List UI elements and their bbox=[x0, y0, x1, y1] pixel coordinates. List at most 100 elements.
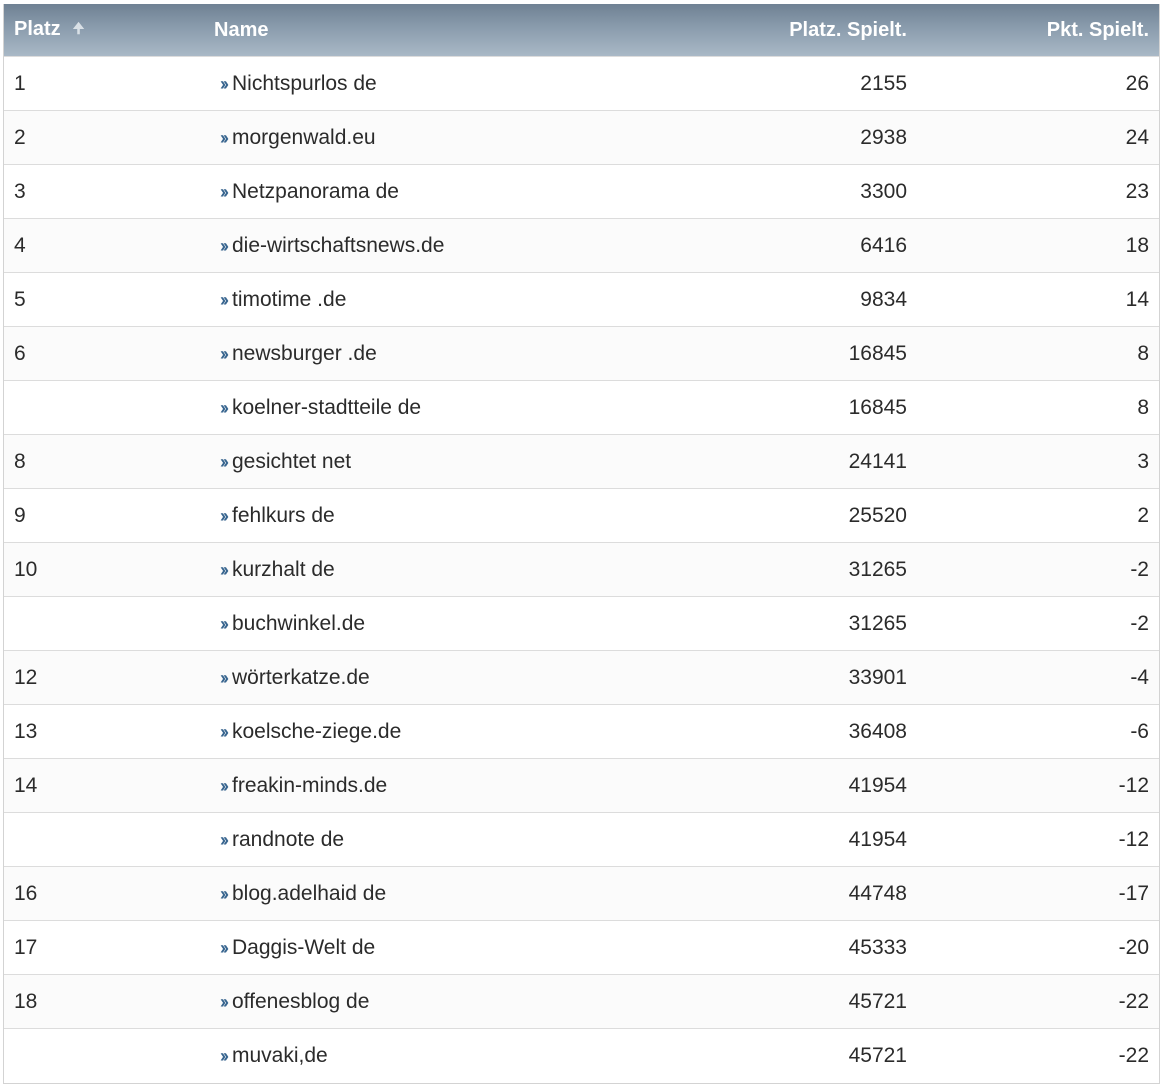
column-header-pkt-spielt-label: Pkt. Spielt. bbox=[1046, 18, 1149, 41]
double-chevron-right-icon: ›› bbox=[220, 343, 229, 364]
site-name-link[interactable]: koelner-stadtteile de bbox=[232, 396, 421, 419]
rank-cell: 13 bbox=[4, 704, 204, 759]
pkt-spielt-cell: -12 bbox=[917, 812, 1159, 867]
site-name-link[interactable]: offenesblog de bbox=[232, 990, 369, 1013]
double-chevron-right-icon: ›› bbox=[220, 991, 229, 1012]
platz-spielt-cell: 25520 bbox=[597, 488, 917, 543]
rank-cell bbox=[4, 596, 204, 651]
platz-spielt-cell: 36408 bbox=[597, 704, 917, 759]
table-row: 5 ›› timotime .de 9834 14 bbox=[4, 272, 1159, 327]
platz-spielt-cell: 45721 bbox=[597, 1028, 917, 1083]
double-chevron-right-icon: ›› bbox=[220, 181, 229, 202]
pkt-spielt-cell: -2 bbox=[917, 596, 1159, 651]
name-cell: ›› koelner-stadtteile de bbox=[204, 380, 597, 435]
name-cell: ›› freakin-minds.de bbox=[204, 758, 597, 813]
pkt-spielt-cell: 3 bbox=[917, 434, 1159, 489]
double-chevron-right-icon: ›› bbox=[220, 505, 229, 526]
name-cell: ›› newsburger .de bbox=[204, 326, 597, 381]
table-header: Platz 🠉 Name Platz. Spielt. Pkt. Spielt. bbox=[4, 4, 1159, 57]
sort-ascending-arrow-icon[interactable]: 🠉 bbox=[73, 18, 85, 42]
pkt-spielt-cell: 23 bbox=[917, 164, 1159, 219]
ranking-table: Platz 🠉 Name Platz. Spielt. Pkt. Spielt. … bbox=[4, 4, 1159, 1083]
table-row: 12 ›› wörterkatze.de 33901 -4 bbox=[4, 650, 1159, 705]
name-cell: ›› muvaki,de bbox=[204, 1028, 597, 1083]
platz-spielt-cell: 41954 bbox=[597, 812, 917, 867]
column-header-name-label: Name bbox=[214, 18, 269, 41]
name-cell: ›› randnote de bbox=[204, 812, 597, 867]
header-row: Platz 🠉 Name Platz. Spielt. Pkt. Spielt. bbox=[4, 4, 1159, 57]
site-name-link[interactable]: freakin-minds.de bbox=[232, 774, 387, 797]
pkt-spielt-cell: -22 bbox=[917, 974, 1159, 1029]
pkt-spielt-cell: -22 bbox=[917, 1028, 1159, 1083]
site-name-link[interactable]: Netzpanorama de bbox=[232, 180, 399, 203]
site-name-link[interactable]: fehlkurs de bbox=[232, 504, 335, 527]
double-chevron-right-icon: ›› bbox=[220, 397, 229, 418]
rank-cell: 14 bbox=[4, 758, 204, 813]
name-cell: ›› fehlkurs de bbox=[204, 488, 597, 543]
name-cell: ›› Daggis-Welt de bbox=[204, 920, 597, 975]
site-name-link[interactable]: gesichtet net bbox=[232, 450, 351, 473]
column-header-pkt-spielt[interactable]: Pkt. Spielt. bbox=[917, 4, 1159, 57]
site-name-link[interactable]: blog.adelhaid de bbox=[232, 882, 386, 905]
site-name-link[interactable]: koelsche-ziege.de bbox=[232, 720, 401, 743]
pkt-spielt-cell: 14 bbox=[917, 272, 1159, 327]
name-cell: ›› die-wirtschaftsnews.de bbox=[204, 218, 597, 273]
platz-spielt-cell: 33901 bbox=[597, 650, 917, 705]
site-name-link[interactable]: timotime .de bbox=[232, 288, 346, 311]
double-chevron-right-icon: ›› bbox=[220, 235, 229, 256]
column-header-platz-spielt-label: Platz. Spielt. bbox=[789, 18, 907, 41]
double-chevron-right-icon: ›› bbox=[220, 127, 229, 148]
double-chevron-right-icon: ›› bbox=[220, 289, 229, 310]
platz-spielt-cell: 44748 bbox=[597, 866, 917, 921]
platz-spielt-cell: 31265 bbox=[597, 596, 917, 651]
platz-spielt-cell: 41954 bbox=[597, 758, 917, 813]
double-chevron-right-icon: ›› bbox=[220, 829, 229, 850]
table-row: 4 ›› die-wirtschaftsnews.de 6416 18 bbox=[4, 218, 1159, 273]
table-row: 9 ›› fehlkurs de 25520 2 bbox=[4, 488, 1159, 543]
rank-cell: 17 bbox=[4, 920, 204, 975]
column-header-platz[interactable]: Platz 🠉 bbox=[4, 4, 204, 57]
pkt-spielt-cell: -12 bbox=[917, 758, 1159, 813]
double-chevron-right-icon: ›› bbox=[220, 775, 229, 796]
platz-spielt-cell: 31265 bbox=[597, 542, 917, 597]
rank-cell: 16 bbox=[4, 866, 204, 921]
rank-cell: 3 bbox=[4, 164, 204, 219]
pkt-spielt-cell: 24 bbox=[917, 110, 1159, 165]
site-name-link[interactable]: buchwinkel.de bbox=[232, 612, 365, 635]
double-chevron-right-icon: ›› bbox=[220, 73, 229, 94]
double-chevron-right-icon: ›› bbox=[220, 883, 229, 904]
site-name-link[interactable]: randnote de bbox=[232, 828, 344, 851]
site-name-link[interactable]: Nichtspurlos de bbox=[232, 72, 377, 95]
site-name-link[interactable]: muvaki,de bbox=[232, 1044, 328, 1067]
table-row: 1 ›› Nichtspurlos de 2155 26 bbox=[4, 56, 1159, 111]
rank-cell bbox=[4, 380, 204, 435]
rank-cell: 8 bbox=[4, 434, 204, 489]
table-row: 17 ›› Daggis-Welt de 45333 -20 bbox=[4, 920, 1159, 975]
double-chevron-right-icon: ›› bbox=[220, 721, 229, 742]
table-row: 8 ›› gesichtet net 24141 3 bbox=[4, 434, 1159, 489]
name-cell: ›› morgenwald.eu bbox=[204, 110, 597, 165]
rank-cell: 5 bbox=[4, 272, 204, 327]
platz-spielt-cell: 16845 bbox=[597, 380, 917, 435]
site-name-link[interactable]: Daggis-Welt de bbox=[232, 936, 375, 959]
column-header-platz-spielt[interactable]: Platz. Spielt. bbox=[597, 4, 917, 57]
platz-spielt-cell: 9834 bbox=[597, 272, 917, 327]
table-row: ›› randnote de 41954 -12 bbox=[4, 812, 1159, 867]
site-name-link[interactable]: morgenwald.eu bbox=[232, 126, 376, 149]
platz-spielt-cell: 3300 bbox=[597, 164, 917, 219]
platz-spielt-cell: 45333 bbox=[597, 920, 917, 975]
pkt-spielt-cell: -6 bbox=[917, 704, 1159, 759]
site-name-link[interactable]: die-wirtschaftsnews.de bbox=[232, 234, 444, 257]
platz-spielt-cell: 45721 bbox=[597, 974, 917, 1029]
site-name-link[interactable]: newsburger .de bbox=[232, 342, 377, 365]
column-header-name[interactable]: Name bbox=[204, 4, 597, 57]
table-row: 2 ›› morgenwald.eu 2938 24 bbox=[4, 110, 1159, 165]
rank-cell: 12 bbox=[4, 650, 204, 705]
rank-cell: 9 bbox=[4, 488, 204, 543]
double-chevron-right-icon: ›› bbox=[220, 613, 229, 634]
site-name-link[interactable]: kurzhalt de bbox=[232, 558, 335, 581]
name-cell: ›› gesichtet net bbox=[204, 434, 597, 489]
rank-cell: 6 bbox=[4, 326, 204, 381]
site-name-link[interactable]: wörterkatze.de bbox=[232, 666, 370, 689]
name-cell: ›› wörterkatze.de bbox=[204, 650, 597, 705]
